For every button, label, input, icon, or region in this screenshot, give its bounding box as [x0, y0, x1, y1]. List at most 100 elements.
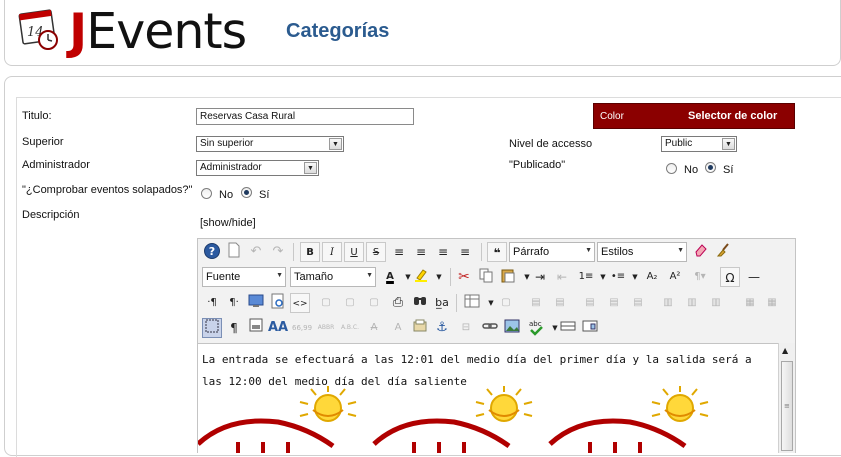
delete-col-icon[interactable]: ▥ [706, 293, 726, 313]
paragraph-icon[interactable]: ¶ [224, 318, 244, 338]
template-icon[interactable]: ▢ [316, 293, 336, 313]
superior-select[interactable]: Sin superior ▼ [196, 136, 344, 152]
styles-select[interactable]: Estilos ▼ [597, 242, 687, 262]
col-before-icon[interactable]: ▥ [658, 293, 678, 313]
jevents-logo: JEvents [69, 3, 247, 60]
delete-row-icon[interactable]: ▤ [628, 293, 648, 313]
rich-text-editor: ? ↶ ↷ B I U S ≡ ≡ ≡ ≡ ❝ Párrafo ▼ Estilos… [197, 238, 796, 453]
pagebreak-icon[interactable] [558, 318, 578, 338]
editor-scrollbar[interactable]: ▲ ≡ [778, 343, 795, 453]
solapados-no-radio[interactable] [201, 188, 212, 199]
unlink-icon[interactable]: ⊟ [456, 318, 476, 338]
superior-label: Superior [22, 136, 64, 148]
align-justify-icon[interactable]: ≡ [389, 242, 409, 262]
toolbar-row-4: ¶ AA 66,99 ABBR A.B.C. A A ⚓ ⊟ abc ▼ [200, 318, 795, 342]
cite-icon[interactable]: 66,99 [292, 318, 312, 338]
font-color-icon[interactable]: A [380, 267, 400, 287]
style-icon[interactable]: AA [268, 318, 288, 338]
cell-props-icon[interactable]: ▤ [550, 293, 570, 313]
new-document-icon[interactable] [224, 242, 244, 262]
bold-icon[interactable]: B [300, 242, 320, 262]
page-title: Categorías [286, 20, 390, 42]
chevron-down-icon: ▼ [366, 272, 373, 279]
image-icon[interactable] [502, 318, 522, 338]
calendar-clock-icon: 14 [18, 6, 62, 52]
toolbar-row-1: ? ↶ ↷ B I U S ≡ ≡ ≡ ≡ ❝ Párrafo ▼ Estilos… [200, 242, 795, 266]
scroll-up-icon[interactable]: ▲ [782, 346, 788, 355]
copy-icon[interactable] [476, 267, 496, 287]
italic-icon[interactable]: I [322, 242, 342, 262]
abbr-icon[interactable]: ABBR [316, 318, 336, 338]
superscript-icon[interactable]: A² [665, 267, 685, 287]
row-after-icon[interactable]: ▤ [604, 293, 624, 313]
indent-icon[interactable]: ⇥ [530, 267, 550, 287]
row-before-icon[interactable]: ▤ [580, 293, 600, 313]
editor-content[interactable]: La entrada se efectuará a las 12:01 del … [198, 343, 778, 453]
align-center-icon[interactable]: ≡ [411, 242, 431, 262]
visual-aid-icon[interactable] [202, 318, 222, 338]
find-icon[interactable] [410, 293, 430, 313]
outdent-icon[interactable]: ⇤ [552, 267, 572, 287]
link-icon[interactable] [480, 318, 500, 338]
align-right-icon[interactable]: ≡ [455, 242, 475, 262]
solapados-label: "¿Comprobar eventos solapados?" [22, 184, 193, 196]
chevron-down-icon: ▼ [722, 138, 735, 150]
publicado-no-radio[interactable] [666, 163, 677, 174]
newdocument-icon[interactable]: ▢ [340, 293, 360, 313]
highlight-icon[interactable] [411, 267, 431, 287]
fullscreen-icon[interactable] [246, 293, 266, 313]
underline-icon[interactable]: U [344, 242, 364, 262]
undo-icon[interactable]: ↶ [246, 242, 266, 262]
attribs-icon[interactable] [410, 318, 430, 338]
acronym-icon[interactable]: A.B.C. [340, 318, 360, 338]
ltr-icon[interactable]: ¶▾ [690, 267, 710, 287]
spellcheck-icon[interactable]: abc [526, 318, 546, 338]
rtl-direction-icon[interactable]: ¶· [224, 293, 244, 313]
publicado-label: "Publicado" [509, 159, 566, 171]
color-label: Color [600, 111, 624, 122]
print-icon[interactable]: ⎙ [388, 293, 408, 313]
nivel-acceso-select[interactable]: Public ▼ [661, 136, 737, 152]
layer-icon[interactable] [246, 318, 266, 338]
format-select[interactable]: Párrafo ▼ [509, 242, 595, 262]
administrador-label: Administrador [22, 159, 90, 171]
size-select[interactable]: Tamaño ▼ [290, 267, 376, 287]
strikethrough-icon[interactable]: S [366, 242, 386, 262]
del-icon[interactable]: A [364, 318, 384, 338]
cleanup-icon[interactable] [691, 242, 711, 262]
align-left-icon[interactable]: ≡ [433, 242, 453, 262]
ins-icon[interactable]: A [388, 318, 408, 338]
replace-icon[interactable]: b̲a [432, 293, 452, 313]
titulo-input[interactable]: Reservas Casa Rural [196, 108, 414, 125]
cut-icon[interactable]: ✂ [454, 267, 474, 287]
special-char-icon[interactable]: Ω [720, 267, 740, 287]
paste-icon[interactable] [498, 267, 518, 287]
readmore-icon[interactable] [580, 318, 600, 338]
brush-icon[interactable] [713, 242, 733, 262]
blockquote-icon[interactable]: ❝ [487, 242, 507, 262]
redo-icon[interactable]: ↷ [268, 242, 288, 262]
administrador-select[interactable]: Administrador ▼ [196, 160, 319, 176]
preview-icon[interactable] [268, 293, 288, 313]
chevron-down-icon[interactable]: ▼ [429, 267, 449, 287]
save-icon[interactable]: ▢ [364, 293, 384, 313]
split-cells-icon[interactable]: ▦ [740, 293, 760, 313]
chevron-down-icon: ▼ [276, 272, 283, 279]
subscript-icon[interactable]: A₂ [642, 267, 662, 287]
font-select[interactable]: Fuente ▼ [202, 267, 286, 287]
delete-table-icon[interactable]: ▢ [496, 293, 516, 313]
col-after-icon[interactable]: ▥ [682, 293, 702, 313]
row-props-icon[interactable]: ▤ [526, 293, 546, 313]
scroll-thumb[interactable]: ≡ [781, 361, 793, 451]
help-icon[interactable]: ? [202, 242, 222, 262]
publicado-si-radio[interactable] [705, 162, 716, 173]
horizontal-rule-icon[interactable]: — [744, 267, 764, 287]
anchor-icon[interactable]: ⚓ [432, 318, 452, 338]
code-icon[interactable]: <> [290, 293, 310, 313]
merge-cells-icon[interactable]: ▦ [762, 293, 782, 313]
ltr-direction-icon[interactable]: ·¶ [202, 293, 222, 313]
show-hide-link[interactable]: [show/hide] [200, 217, 256, 229]
color-picker-button[interactable]: Color Selector de color [593, 103, 795, 129]
table-icon[interactable] [462, 293, 482, 313]
solapados-si-radio[interactable] [241, 187, 252, 198]
